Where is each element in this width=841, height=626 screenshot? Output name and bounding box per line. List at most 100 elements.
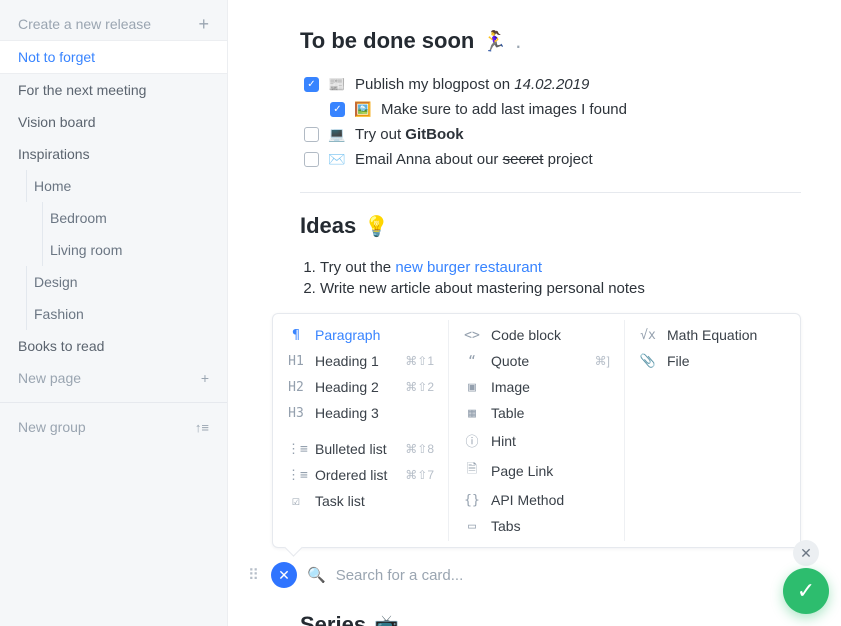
- tv-icon: 📺: [374, 613, 399, 626]
- menu-item-label: Heading 2: [315, 379, 379, 395]
- sidebar-item[interactable]: Fashion: [0, 298, 227, 330]
- sidebar-item-label: Books to read: [18, 338, 104, 354]
- menu-item[interactable]: ⋮≡Bulleted list⌘⇧8: [273, 436, 448, 462]
- menu-item-icon: ☑: [287, 494, 305, 509]
- sidebar-item-label: Vision board: [18, 114, 96, 130]
- menu-item-label: Bulleted list: [315, 441, 387, 457]
- menu-item[interactable]: 🗎Page Link: [449, 455, 624, 487]
- task-text: Make sure to add last images I found: [381, 101, 627, 118]
- runner-icon: 🏃‍♀️: [482, 29, 507, 54]
- task-row: ✉️ Email Anna about our secret project: [304, 147, 801, 172]
- sidebar-divider: [0, 402, 227, 403]
- checkbox[interactable]: [304, 152, 319, 167]
- sidebar-item[interactable]: Vision board: [0, 106, 227, 138]
- menu-item-shortcut: ⌘⇧2: [405, 380, 434, 394]
- ideas-title-text: Ideas: [300, 213, 356, 239]
- menu-item-label: Heading 1: [315, 353, 379, 369]
- menu-item-icon: 📎: [639, 354, 657, 369]
- sidebar-item[interactable]: New page+: [0, 362, 227, 394]
- section-title-series: Series 📺: [300, 612, 801, 626]
- menu-item-icon: ⋮≡: [287, 442, 305, 457]
- link[interactable]: new burger restaurant: [395, 259, 542, 276]
- menu-item-label: Code block: [491, 327, 561, 343]
- checkbox[interactable]: [330, 102, 345, 117]
- menu-item-label: Tabs: [491, 518, 521, 534]
- checkbox[interactable]: [304, 77, 319, 92]
- task-row: 💻 Try out GitBook: [304, 122, 801, 147]
- search-icon: 🔍: [307, 566, 326, 584]
- task-text: Email Anna about our secret project: [355, 151, 593, 168]
- sidebar-item[interactable]: Living room: [0, 234, 227, 266]
- task-row: 📰Publish my blogpost on 14.02.2019: [304, 72, 801, 97]
- menu-item-label: API Method: [491, 492, 564, 508]
- menu-item-icon: ▣: [463, 380, 481, 395]
- add-page-icon[interactable]: +: [201, 370, 209, 386]
- task-text: Try out GitBook: [355, 126, 464, 143]
- card-search-input[interactable]: [336, 567, 801, 584]
- task-emoji-icon: 💻: [329, 127, 345, 143]
- menu-item-label: Ordered list: [315, 467, 387, 483]
- menu-item[interactable]: √x Math Equation: [625, 322, 800, 348]
- menu-item-shortcut: ⌘⇧7: [405, 468, 434, 482]
- sidebar-item[interactable]: Not to forget: [0, 40, 227, 74]
- drag-handle-icon[interactable]: ⠿: [248, 566, 261, 584]
- menu-item[interactable]: {} API Method: [449, 487, 624, 513]
- sidebar-item[interactable]: For the next meeting: [0, 74, 227, 106]
- sidebar-item-label: Home: [34, 178, 71, 194]
- menu-item[interactable]: <>Code block: [449, 322, 624, 348]
- add-group-icon[interactable]: +: [198, 17, 209, 31]
- menu-item[interactable]: H1Heading 1⌘⇧1: [273, 348, 448, 374]
- menu-item-label: Task list: [315, 493, 365, 509]
- menu-item-label: Math Equation: [667, 327, 757, 343]
- menu-item[interactable]: ▣Image: [449, 374, 624, 400]
- menu-item-icon: √x: [639, 328, 657, 343]
- menu-item-icon: H2: [287, 380, 305, 395]
- menu-item[interactable]: ▦Table: [449, 400, 624, 426]
- sidebar-item[interactable]: Books to read: [0, 330, 227, 362]
- task-list: 📰Publish my blogpost on 14.02.2019 🖼️ Make…: [304, 72, 801, 172]
- section-title-ideas: Ideas 💡: [300, 213, 801, 239]
- menu-item-label: Hint: [491, 433, 516, 449]
- menu-item[interactable]: H3Heading 3: [273, 400, 448, 426]
- menu-item-label: Quote: [491, 353, 529, 369]
- sidebar-item[interactable]: Inspirations: [0, 138, 227, 170]
- series-title-text: Series: [300, 612, 366, 626]
- card-search-row: ⠿ ✕ 🔍: [248, 562, 801, 588]
- sidebar-item-label: Living room: [50, 242, 122, 258]
- menu-item-icon: “: [463, 354, 481, 369]
- menu-item-label: Paragraph: [315, 327, 380, 343]
- block-type-menu: ¶ParagraphH1Heading 1⌘⇧1H2Heading 2⌘⇧2H3…: [272, 313, 801, 548]
- sidebar-item[interactable]: Bedroom: [0, 202, 227, 234]
- sidebar-item[interactable]: Design: [0, 266, 227, 298]
- menu-item[interactable]: H2 Heading 2 ⌘⇧2: [273, 374, 448, 400]
- menu-item[interactable]: ⓘHint: [449, 426, 624, 455]
- section-title-todo: To be done soon 🏃‍♀️ .: [300, 28, 801, 54]
- ideas-list: Try out the new burger restaurantWrite n…: [320, 257, 801, 299]
- menu-item[interactable]: 📎File: [625, 348, 800, 374]
- sidebar-item-label: Design: [34, 274, 78, 290]
- dismiss-button[interactable]: ✕: [793, 540, 819, 566]
- menu-item-icon: H1: [287, 354, 305, 369]
- list-item: Try out the new burger restaurant: [320, 257, 801, 278]
- menu-item-icon: ▭: [463, 519, 481, 534]
- menu-column: ¶ParagraphH1Heading 1⌘⇧1H2Heading 2⌘⇧2H3…: [273, 320, 449, 541]
- menu-item[interactable]: ▭ Tabs: [449, 513, 624, 539]
- close-search-button[interactable]: ✕: [271, 562, 297, 588]
- menu-item-icon: H3: [287, 406, 305, 421]
- checkbox[interactable]: [304, 127, 319, 142]
- confirm-button[interactable]: ✓: [783, 568, 829, 614]
- menu-item[interactable]: ⋮≡Ordered list⌘⇧7: [273, 462, 448, 488]
- menu-item-icon: ▦: [463, 406, 481, 421]
- menu-item[interactable]: ¶Paragraph: [273, 322, 448, 348]
- sidebar-new-group[interactable]: New group ↑≡: [0, 411, 227, 443]
- sidebar-group-header: Create a new release +: [0, 8, 227, 40]
- sort-icon: ↑≡: [195, 420, 209, 435]
- menu-column: √x Math Equation 📎File: [625, 320, 800, 541]
- menu-item[interactable]: ☑ Task list: [273, 488, 448, 514]
- menu-item[interactable]: “Quote⌘]: [449, 348, 624, 374]
- sidebar-item-label: Inspirations: [18, 146, 90, 162]
- task-emoji-icon: 🖼️: [355, 102, 371, 118]
- menu-item-icon: {}: [463, 493, 481, 508]
- sidebar-item[interactable]: Home: [0, 170, 227, 202]
- task-emoji-icon: ✉️: [329, 152, 345, 168]
